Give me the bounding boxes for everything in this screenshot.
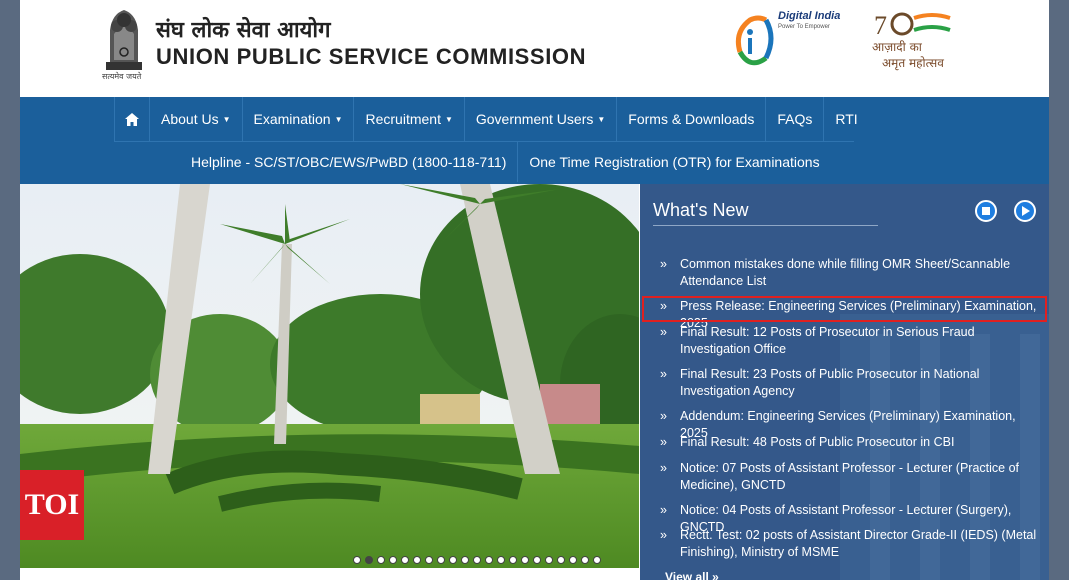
caret-down-icon: ▼ [444,114,453,124]
news-item[interactable]: » Final Result: 23 Posts of Public Prosec… [660,366,1045,400]
news-item-text: Final Result: 23 Posts of Public Prosecu… [680,367,980,398]
slider-dot[interactable] [557,556,565,564]
slider-pagination [353,556,601,564]
news-item[interactable]: » Common mistakes done while filling OMR … [660,256,1045,290]
bullet-icon: » [660,503,667,517]
slider-dot[interactable] [377,556,385,564]
nav-rti[interactable]: RTI [824,97,868,141]
slider-dot[interactable] [485,556,493,564]
news-item-text: Notice: 07 Posts of Assistant Professor … [680,461,1020,492]
nav-primary-row: About Us ▼ Examination ▼ Recruitment ▼ Gove… [114,97,869,141]
slider-dot[interactable] [569,556,577,564]
news-item-text: Final Result: 12 Posts of Prosecutor in … [680,325,975,356]
bullet-icon: » [660,409,667,423]
nav-faqs-label: FAQs [777,111,813,127]
nav-home[interactable] [114,97,150,141]
slider-dot[interactable] [425,556,433,564]
nav-otr[interactable]: One Time Registration (OTR) for Examinat… [518,142,830,182]
slider-dot[interactable] [581,556,589,564]
title-english: UNION PUBLIC SERVICE COMMISSION [156,44,587,69]
bullet-icon: » [660,257,667,271]
emblem-motto: सत्यमेव जयते [102,72,142,81]
slider-dot[interactable] [473,556,481,564]
slider-dot[interactable] [389,556,397,564]
nav-rti-label: RTI [835,111,858,127]
caret-down-icon: ▼ [334,114,343,124]
slider-dot[interactable] [353,556,361,564]
main-navigation: About Us ▼ Examination ▼ Recruitment ▼ Gove… [20,97,1049,184]
slider-photo [20,184,639,568]
whats-new-underline [653,225,878,226]
slider-dot[interactable] [497,556,505,564]
slider-dot[interactable] [437,556,445,564]
nav-government-users[interactable]: Government Users ▼ [465,97,618,141]
play-icon [1021,206,1030,216]
slider-dot[interactable] [401,556,409,564]
toi-watermark: TOI [20,470,84,540]
whats-new-panel: What's New » Common mistakes done while f… [640,184,1049,580]
slider-dot[interactable] [593,556,601,564]
stop-button[interactable] [975,200,997,222]
nav-recruitment[interactable]: Recruitment ▼ [354,97,465,141]
nav-forms-downloads-label: Forms & Downloads [628,111,755,127]
nav-faqs[interactable]: FAQs [766,97,825,141]
news-item-text: Rectt. Test: 02 posts of Assistant Direc… [680,528,1037,559]
digital-india-tagline: Power To Empower [778,24,830,30]
digital-india-text: Digital India [778,10,841,22]
slider-dot[interactable] [509,556,517,564]
news-item[interactable]: » Final Result: 12 Posts of Prosecutor in… [660,324,1045,358]
nav-helpline[interactable]: Helpline - SC/ST/OBC/EWS/PwBD (1800-118-… [180,142,519,182]
slider-dot[interactable] [545,556,553,564]
nav-secondary-row: Helpline - SC/ST/OBC/EWS/PwBD (1800-118-… [180,142,831,182]
bullet-icon: » [660,367,667,381]
nav-examination[interactable]: Examination ▼ [243,97,355,141]
slider-dot[interactable] [461,556,469,564]
slider-dot[interactable] [533,556,541,564]
play-button[interactable] [1014,200,1036,222]
news-item[interactable]: » Final Result: 48 Posts of Public Prosec… [660,434,1045,451]
nav-forms-downloads[interactable]: Forms & Downloads [617,97,767,141]
news-item[interactable]: » Notice: 07 Posts of Assistant Professor… [660,460,1045,494]
svg-text:7: 7 [874,11,887,40]
whats-new-title: What's New [653,200,749,220]
slider-dot[interactable] [413,556,421,564]
nav-recruitment-label: Recruitment [365,111,441,127]
nav-about-us-label: About Us [161,111,219,127]
news-item-text: Common mistakes done while filling OMR S… [680,257,1011,288]
slider-dot[interactable] [449,556,457,564]
bullet-icon: » [660,528,667,542]
bullet-icon: » [660,435,667,449]
bullet-icon: » [660,325,667,339]
caret-down-icon: ▼ [597,114,606,124]
site-header: सत्यमेव जयते संघ लोक सेवा आयोग UNION PUB… [20,0,1049,97]
bullet-icon: » [660,461,667,475]
image-slider[interactable] [20,184,639,568]
azadi-line1: आज़ादी का [872,40,922,54]
home-icon [125,112,139,126]
slider-dot[interactable] [365,556,373,564]
highlight-box [642,296,1047,322]
title-hindi: संघ लोक सेवा आयोग [156,18,331,43]
azadi-line2: अमृत महोत्सव [882,56,944,70]
news-item-text: Final Result: 48 Posts of Public Prosecu… [680,435,955,449]
news-item[interactable]: » Rectt. Test: 02 posts of Assistant Dire… [660,527,1045,561]
slider-dot[interactable] [521,556,529,564]
nav-examination-label: Examination [253,111,331,127]
caret-down-icon: ▼ [222,114,231,124]
nav-about-us[interactable]: About Us ▼ [150,97,243,141]
view-all-link[interactable]: View all » [665,570,719,580]
page-frame: सत्यमेव जयते संघ लोक सेवा आयोग UNION PUB… [20,0,1049,580]
stop-icon [982,207,990,215]
nav-government-users-label: Government Users [475,111,594,127]
